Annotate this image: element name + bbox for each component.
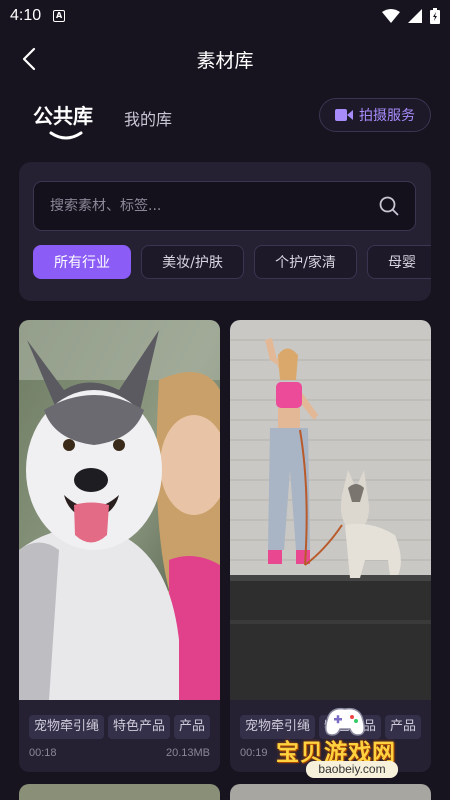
material-card-peek[interactable] (19, 784, 220, 800)
search-input[interactable] (50, 198, 379, 214)
shoot-service-label: 拍摄服务 (359, 108, 415, 124)
tab-my-library[interactable]: 我的库 (124, 106, 172, 130)
notification-icon: A (53, 10, 66, 22)
chip-personal-care[interactable]: 个护/家清 (254, 245, 357, 279)
video-thumbnail-husky-woman (19, 320, 220, 700)
video-duration: 00:19 (240, 747, 268, 759)
tag[interactable]: 宠物牵引绳 (29, 715, 105, 739)
wifi-icon (382, 9, 400, 23)
status-bar: 4:10 A (0, 0, 450, 32)
shoot-service-button[interactable]: 拍摄服务 (319, 98, 431, 132)
chip-mother-baby[interactable]: 母婴 (367, 245, 431, 279)
filter-panel: 所有行业 美妆/护肤 个护/家清 母婴 (19, 162, 431, 301)
video-camera-icon (335, 109, 353, 121)
search-box (33, 181, 416, 231)
back-button[interactable] (14, 44, 44, 74)
chevron-left-icon (22, 47, 36, 71)
status-indicators (382, 8, 440, 24)
tag[interactable]: 产品 (174, 715, 211, 739)
card-meta: 00:18 20.13MB (29, 747, 210, 759)
chip-all-industries[interactable]: 所有行业 (33, 245, 131, 279)
video-thumbnail-woman-husky-leash (230, 320, 431, 700)
signal-icon (408, 9, 422, 23)
material-card-peek[interactable] (230, 784, 431, 800)
search-icon[interactable] (379, 196, 399, 216)
category-chips: 所有行业 美妆/护肤 个护/家清 母婴 (33, 245, 431, 281)
site-watermark: 宝贝游戏网 baobeiy.com (270, 703, 430, 783)
watermark-url: baobeiy.com (306, 761, 398, 778)
title-bar: 素材库 (0, 36, 450, 82)
library-tabs: 公共库 我的库 拍摄服务 (0, 92, 450, 148)
page-title: 素材库 (196, 49, 254, 72)
file-size: 20.13MB (165, 747, 210, 759)
tag[interactable]: 特色产品 (108, 715, 171, 739)
status-time: 4:10 (10, 7, 42, 24)
chip-beauty-skincare[interactable]: 美妆/护肤 (141, 245, 244, 279)
card-tags: 宠物牵引绳特色产品产品 (29, 715, 220, 739)
active-tab-indicator (49, 131, 83, 140)
battery-icon (430, 8, 440, 24)
video-duration: 00:18 (29, 747, 57, 759)
material-card[interactable]: 宠物牵引绳 特色产品 产品 00:18 20.13MB (19, 320, 220, 772)
tab-public-library[interactable]: 公共库 (33, 100, 93, 129)
